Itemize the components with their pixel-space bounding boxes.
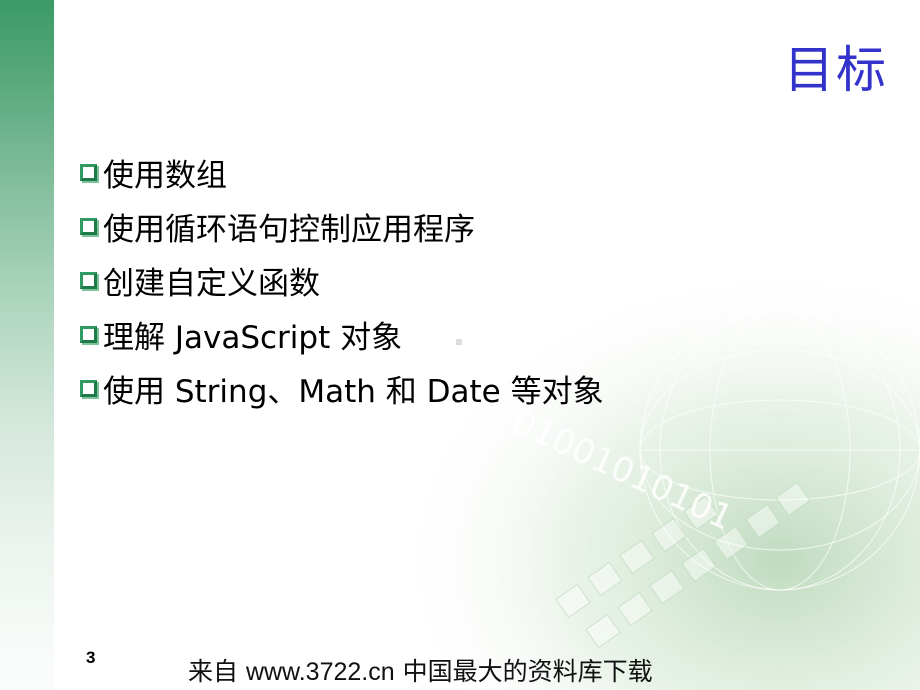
bullet-item: 使用 String、Math 和 Date 等对象 <box>80 361 604 415</box>
bullet-item: 理解 JavaScript 对象 <box>80 307 604 361</box>
page-number: 3 <box>86 648 96 667</box>
keyboard-keys-art <box>555 481 811 649</box>
square-bullet-icon <box>80 271 97 289</box>
footer-url: www.3722.cn <box>245 658 395 686</box>
bullet-text: 使用数组 <box>103 157 227 194</box>
globe-icon <box>639 309 920 591</box>
square-bullet-icon <box>80 163 97 181</box>
bullet-item: 使用数组 <box>80 145 604 199</box>
square-bullet-icon <box>80 325 97 343</box>
footer-suffix: 中国最大的资料库下载 <box>394 657 653 686</box>
small-square-mark <box>456 339 462 345</box>
binary-digits-art: 01001010101 <box>506 402 739 539</box>
bullet-text: 理解 JavaScript 对象 <box>103 319 403 356</box>
bullet-item: 使用循环语句控制应用程序 <box>80 199 604 253</box>
footer-source: 来自 www.3722.cn 中国最大的资料库下载 <box>188 652 653 688</box>
bullet-text: 使用 String、Math 和 Date 等对象 <box>103 373 604 410</box>
square-bullet-icon <box>80 217 97 235</box>
bullet-item: 创建自定义函数 <box>80 253 604 307</box>
bullet-list: 使用数组 使用循环语句控制应用程序 创建自定义函数 理解 JavaScript … <box>80 145 604 415</box>
slide-title: 目标 <box>784 41 888 99</box>
bullet-text: 使用循环语句控制应用程序 <box>103 211 475 248</box>
bullet-text: 创建自定义函数 <box>103 265 320 302</box>
slide: 01001010101 目标 使用数组 使用循环语句控制应用程序 创建自定义函数… <box>0 0 920 690</box>
footer-prefix: 来自 <box>188 657 246 686</box>
square-bullet-icon <box>80 379 97 397</box>
green-gradient-sidebar <box>0 0 54 690</box>
